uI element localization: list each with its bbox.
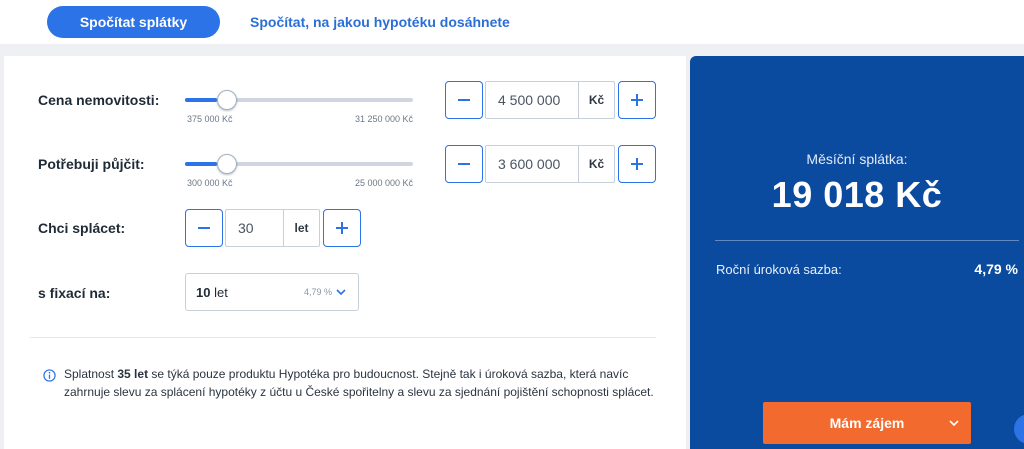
calculator-tabs: Spočítat splátky Spočítat, na jakou hypo… xyxy=(0,0,1024,44)
minus-icon xyxy=(198,227,210,229)
loan-amount-slider[interactable]: 300 000 Kč 25 000 000 Kč xyxy=(185,152,413,192)
annual-rate-value: 4,79 % xyxy=(974,261,1018,277)
slider-min-label: 375 000 Kč xyxy=(187,114,233,124)
slider-fill xyxy=(185,98,217,102)
fixation-rate: 4,79 % xyxy=(303,287,332,297)
minus-icon xyxy=(458,163,470,165)
slider-thumb[interactable] xyxy=(217,90,237,110)
loan-amount-unit: Kč xyxy=(578,146,614,182)
property-price-slider[interactable]: 375 000 Kč 31 250 000 Kč xyxy=(185,88,413,128)
interest-button[interactable]: Mám zájem xyxy=(763,402,971,444)
loan-amount-input[interactable]: 3 600 000 Kč xyxy=(485,145,615,183)
interest-button-label: Mám zájem xyxy=(829,415,905,431)
loan-amount-value[interactable]: 3 600 000 xyxy=(486,156,578,172)
property-price-value[interactable]: 4 500 000 xyxy=(486,92,578,108)
slider-max-label: 25 000 000 Kč xyxy=(354,178,413,188)
loan-amount-label: Potřebuji půjčit: xyxy=(38,156,145,172)
annual-rate-label: Roční úroková sazba: xyxy=(716,262,842,277)
fixation-label: s fixací na: xyxy=(38,285,111,301)
info-text-term: 35 let xyxy=(117,367,149,381)
chevron-down-icon xyxy=(336,289,346,296)
monthly-payment-label: Měsíční splátka: xyxy=(806,151,908,167)
term-minus-button[interactable] xyxy=(185,209,223,247)
fixation-selected-value: 10 let xyxy=(186,285,304,300)
slider-thumb[interactable] xyxy=(217,154,237,174)
info-text-start: Splatnost xyxy=(64,367,118,381)
info-note: Splatnost 35 let se týká pouze produktu … xyxy=(64,365,654,401)
result-divider xyxy=(715,240,1019,241)
property-price-label: Cena nemovitosti: xyxy=(38,92,160,108)
slider-min-label: 300 000 Kč xyxy=(187,178,233,188)
fixation-years: 10 xyxy=(196,284,211,300)
tab-calculate-payments[interactable]: Spočítat splátky xyxy=(47,6,220,38)
info-icon xyxy=(43,369,56,382)
property-price-input[interactable]: 4 500 000 Kč xyxy=(485,81,615,119)
chevron-down-icon xyxy=(949,420,959,427)
plus-icon xyxy=(336,222,348,234)
property-price-unit: Kč xyxy=(578,82,614,118)
fixation-select[interactable]: 10 let 4,79 % xyxy=(185,273,359,311)
plus-icon xyxy=(631,158,643,170)
monthly-payment-amount: 19 018 Kč xyxy=(771,174,943,215)
loan-amount-minus-button[interactable] xyxy=(445,145,483,183)
property-price-minus-button[interactable] xyxy=(445,81,483,119)
loan-amount-plus-button[interactable] xyxy=(618,145,656,183)
term-label: Chci splácet: xyxy=(38,220,126,236)
term-unit: let xyxy=(283,210,319,246)
form-divider xyxy=(30,337,656,338)
minus-icon xyxy=(458,99,470,101)
slider-max-label: 31 250 000 Kč xyxy=(354,114,413,124)
tab-calculate-reachable-mortgage[interactable]: Spočítat, na jakou hypotéku dosáhnete xyxy=(250,6,510,38)
result-panel: Měsíční splátka: 19 018 Kč Roční úroková… xyxy=(690,56,1024,449)
property-price-plus-button[interactable] xyxy=(618,81,656,119)
plus-icon xyxy=(631,94,643,106)
term-value[interactable]: 30 xyxy=(226,220,283,236)
info-text-rest: se týká pouze produktu Hypotéka pro budo… xyxy=(64,367,654,399)
term-input[interactable]: 30 let xyxy=(225,209,320,247)
term-plus-button[interactable] xyxy=(323,209,361,247)
slider-fill xyxy=(185,162,217,166)
fixation-years-unit: let xyxy=(214,284,228,300)
